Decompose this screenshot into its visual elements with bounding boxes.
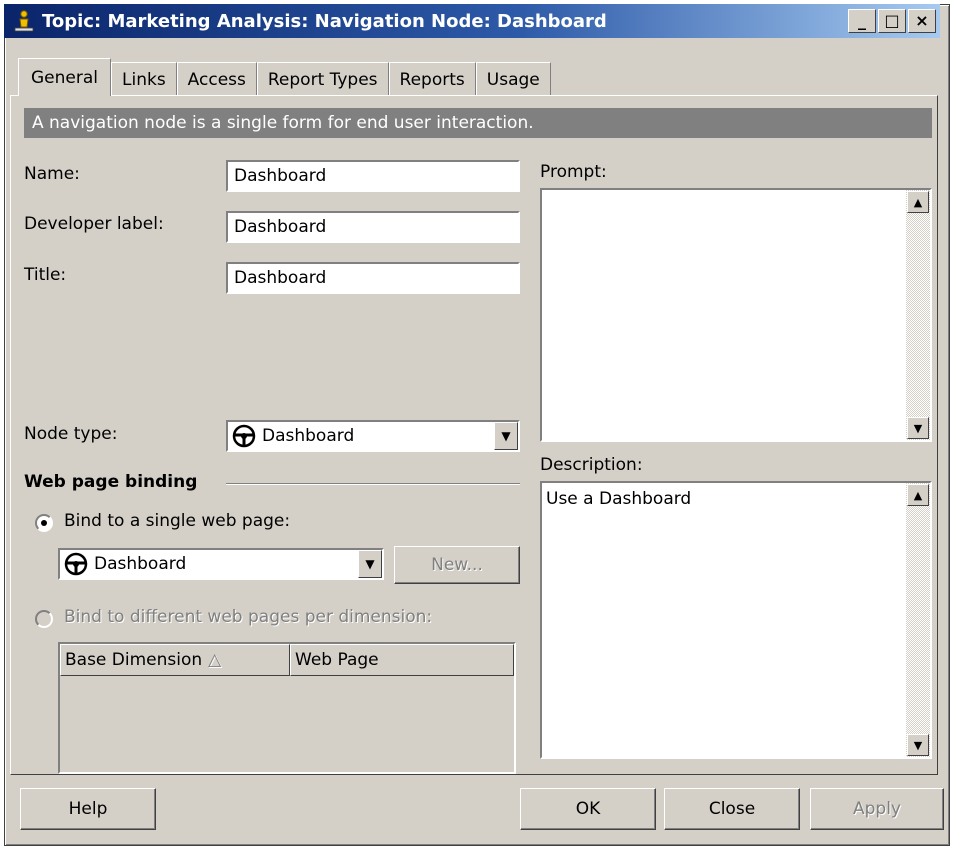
- bind-single-label[interactable]: Bind to a single web page:: [64, 511, 290, 531]
- tab-reports[interactable]: Reports: [388, 62, 476, 96]
- apply-button[interactable]: Apply: [810, 788, 944, 830]
- scroll-down-icon[interactable]: ▼: [907, 417, 929, 439]
- bind-multi-label[interactable]: Bind to different web pages per dimensio…: [64, 607, 432, 627]
- web-page-binding-heading: Web page binding: [24, 472, 198, 492]
- minimize-icon: _: [858, 11, 866, 30]
- sort-ascending-icon: △: [208, 650, 222, 670]
- prompt-label: Prompt:: [540, 162, 607, 182]
- dimension-list[interactable]: Base Dimension △ Web Page: [58, 642, 516, 774]
- name-label: Name:: [24, 164, 80, 184]
- description-textarea[interactable]: Use a Dashboard ▲ ▼: [540, 481, 932, 759]
- description-label: Description:: [540, 455, 643, 475]
- web-page-select[interactable]: Dashboard ▼: [58, 548, 384, 580]
- scroll-down-icon[interactable]: ▼: [907, 734, 929, 756]
- prompt-textarea[interactable]: ▲ ▼: [540, 188, 932, 442]
- chevron-down-icon[interactable]: ▼: [358, 550, 382, 578]
- tab-strip: General Links Access Report Types Report…: [18, 58, 551, 96]
- web-page-value: Dashboard: [94, 554, 187, 574]
- description-scrollbar[interactable]: ▲ ▼: [906, 483, 930, 757]
- bind-multi-radio[interactable]: [35, 610, 53, 628]
- new-button[interactable]: New...: [394, 546, 520, 584]
- steering-wheel-icon: [232, 424, 256, 448]
- tab-report-types[interactable]: Report Types: [256, 62, 389, 96]
- close-button[interactable]: Close: [664, 788, 800, 830]
- node-type-value: Dashboard: [262, 426, 355, 446]
- tab-general[interactable]: General: [18, 58, 111, 96]
- scroll-up-icon[interactable]: ▲: [907, 484, 929, 506]
- tab-links[interactable]: Links: [111, 62, 177, 96]
- bind-single-radio[interactable]: [35, 514, 53, 532]
- info-bar: A navigation node is a single form for e…: [24, 108, 932, 138]
- title-field[interactable]: Dashboard: [226, 262, 520, 294]
- column-web-page[interactable]: Web Page: [290, 644, 514, 676]
- column-base-dimension[interactable]: Base Dimension △: [60, 644, 290, 676]
- steering-wheel-icon: [64, 552, 88, 576]
- name-field[interactable]: Dashboard: [226, 160, 520, 192]
- chevron-down-icon[interactable]: ▼: [494, 422, 518, 450]
- help-button[interactable]: Help: [20, 788, 156, 830]
- tab-usage[interactable]: Usage: [475, 62, 551, 96]
- minimize-button[interactable]: _: [848, 9, 876, 33]
- maximize-button[interactable]: □: [878, 9, 906, 33]
- developer-label-field[interactable]: Dashboard: [226, 211, 520, 243]
- title-label: Title:: [24, 265, 67, 285]
- maximize-icon: □: [884, 11, 900, 30]
- title-bar[interactable]: Topic: Marketing Analysis: Navigation No…: [4, 4, 940, 38]
- group-divider: [226, 483, 520, 485]
- window-title: Topic: Marketing Analysis: Navigation No…: [42, 10, 607, 32]
- column-base-dimension-label: Base Dimension: [65, 650, 203, 670]
- description-text: Use a Dashboard: [546, 489, 692, 509]
- node-type-label: Node type:: [24, 424, 118, 444]
- close-icon: ×: [915, 11, 929, 30]
- app-icon: [14, 10, 34, 32]
- close-window-button[interactable]: ×: [908, 9, 936, 33]
- developer-label-label: Developer label:: [24, 214, 164, 234]
- prompt-scrollbar[interactable]: ▲ ▼: [906, 190, 930, 440]
- ok-button[interactable]: OK: [520, 788, 656, 830]
- column-web-page-label: Web Page: [295, 650, 379, 670]
- tab-access[interactable]: Access: [176, 62, 257, 96]
- scroll-up-icon[interactable]: ▲: [907, 191, 929, 213]
- node-type-select[interactable]: Dashboard ▼: [226, 420, 520, 452]
